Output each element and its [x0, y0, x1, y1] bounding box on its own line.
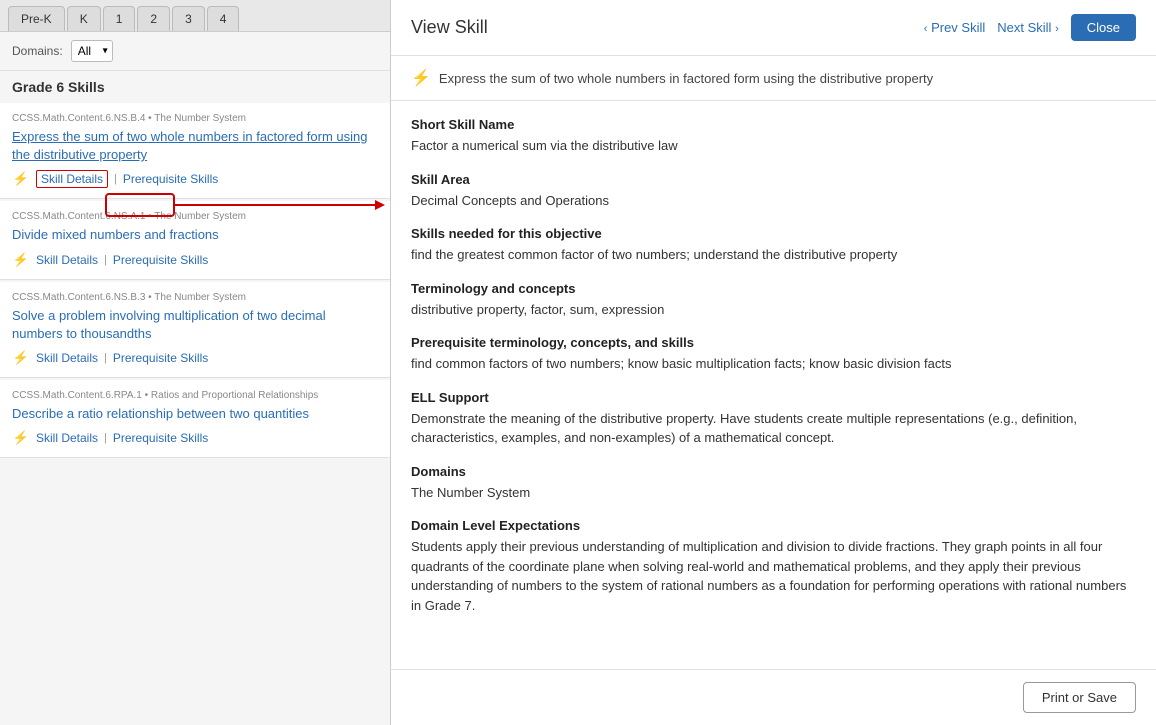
- field-value-7: Students apply their previous understand…: [411, 537, 1136, 615]
- field-value-0: Factor a numerical sum via the distribut…: [411, 136, 1136, 156]
- field-value-1: Decimal Concepts and Operations: [411, 191, 1136, 211]
- left-panel: Pre-K K 1 2 3 4 Domains: All Grade 6 Ski…: [0, 0, 390, 725]
- skill-title-1: Express the sum of two whole numbers in …: [12, 128, 378, 164]
- skill-card-4: CCSS.Math.Content.6.RPA.1 • Ratios and P…: [0, 380, 390, 458]
- prerequisite-skills-link-1[interactable]: Prerequisite Skills: [123, 172, 218, 186]
- right-panel: View Skill ‹ Prev Skill Next Skill › Clo…: [390, 0, 1156, 725]
- prev-skill-link[interactable]: ‹ Prev Skill: [924, 20, 985, 35]
- skill-card-2: CCSS.Math.Content.6.NS.A.1 • The Number …: [0, 201, 390, 279]
- skill-details-link-3[interactable]: Skill Details: [36, 351, 98, 365]
- skill-card-3: CCSS.Math.Content.6.NS.B.3 • The Number …: [0, 282, 390, 378]
- lightning-icon-1: ⚡: [12, 170, 30, 188]
- headline-lightning-icon: ⚡: [411, 68, 431, 88]
- modal-nav: ‹ Prev Skill Next Skill › Close: [924, 14, 1136, 41]
- lightning-icon-3: ⚡: [12, 349, 30, 367]
- skill-standard-2: CCSS.Math.Content.6.NS.A.1 • The Number …: [12, 211, 378, 222]
- field-short-skill-name: Short Skill Name Factor a numerical sum …: [411, 117, 1136, 156]
- field-prereq-terminology: Prerequisite terminology, concepts, and …: [411, 335, 1136, 374]
- skill-standard-3: CCSS.Math.Content.6.NS.B.3 • The Number …: [12, 292, 378, 303]
- skill-actions-2: ⚡ Skill Details | Prerequisite Skills: [12, 251, 378, 269]
- next-skill-link[interactable]: Next Skill ›: [997, 20, 1058, 35]
- skill-details-link-1[interactable]: Skill Details: [36, 170, 108, 188]
- domains-select-wrapper[interactable]: All: [71, 40, 113, 62]
- prerequisite-skills-link-2[interactable]: Prerequisite Skills: [113, 253, 208, 267]
- domains-row: Domains: All: [0, 32, 390, 71]
- field-label-1: Skill Area: [411, 172, 1136, 187]
- skill-details-link-4[interactable]: Skill Details: [36, 431, 98, 445]
- field-value-2: find the greatest common factor of two n…: [411, 245, 1136, 265]
- tab-1[interactable]: 1: [103, 6, 136, 31]
- field-value-6: The Number System: [411, 483, 1136, 503]
- field-label-3: Terminology and concepts: [411, 281, 1136, 296]
- skill-headline-text: Express the sum of two whole numbers in …: [439, 71, 933, 86]
- grade-tabs: Pre-K K 1 2 3 4: [0, 0, 390, 32]
- field-value-5: Demonstrate the meaning of the distribut…: [411, 409, 1136, 448]
- prerequisite-skills-link-4[interactable]: Prerequisite Skills: [113, 431, 208, 445]
- field-value-3: distributive property, factor, sum, expr…: [411, 300, 1136, 320]
- skill-actions-1: ⚡ Skill Details | Prerequisite Skills: [12, 170, 378, 188]
- field-skills-needed: Skills needed for this objective find th…: [411, 226, 1136, 265]
- lightning-icon-2: ⚡: [12, 251, 30, 269]
- skill-card-1: CCSS.Math.Content.6.NS.B.4 • The Number …: [0, 103, 390, 199]
- section-title: Grade 6 Skills: [0, 71, 390, 103]
- field-ell-support: ELL Support Demonstrate the meaning of t…: [411, 390, 1136, 448]
- field-domain-expectations: Domain Level Expectations Students apply…: [411, 518, 1136, 615]
- field-label-0: Short Skill Name: [411, 117, 1136, 132]
- chevron-right-icon: ›: [1055, 23, 1059, 35]
- tab-prek[interactable]: Pre-K: [8, 6, 65, 31]
- skill-actions-4: ⚡ Skill Details | Prerequisite Skills: [12, 429, 378, 447]
- tab-2[interactable]: 2: [137, 6, 170, 31]
- print-save-button[interactable]: Print or Save: [1023, 682, 1136, 713]
- lightning-icon-4: ⚡: [12, 429, 30, 447]
- domains-select[interactable]: All: [71, 40, 113, 62]
- prerequisite-skills-link-3[interactable]: Prerequisite Skills: [113, 351, 208, 365]
- field-label-6: Domains: [411, 464, 1136, 479]
- field-label-5: ELL Support: [411, 390, 1136, 405]
- field-value-4: find common factors of two numbers; know…: [411, 354, 1136, 374]
- skill-details-link-2[interactable]: Skill Details: [36, 253, 98, 267]
- domains-label: Domains:: [12, 44, 63, 58]
- close-button[interactable]: Close: [1071, 14, 1136, 41]
- field-skill-area: Skill Area Decimal Concepts and Operatio…: [411, 172, 1136, 211]
- field-label-2: Skills needed for this objective: [411, 226, 1136, 241]
- field-terminology: Terminology and concepts distributive pr…: [411, 281, 1136, 320]
- skill-headline: ⚡ Express the sum of two whole numbers i…: [391, 56, 1156, 101]
- skill-title-3: Solve a problem involving multiplication…: [12, 307, 378, 343]
- modal-footer: Print or Save: [391, 669, 1156, 725]
- tab-k[interactable]: K: [67, 6, 101, 31]
- chevron-left-icon: ‹: [924, 23, 928, 35]
- skill-actions-3: ⚡ Skill Details | Prerequisite Skills: [12, 349, 378, 367]
- field-label-7: Domain Level Expectations: [411, 518, 1136, 533]
- field-domains: Domains The Number System: [411, 464, 1136, 503]
- modal-title: View Skill: [411, 17, 488, 38]
- modal-header: View Skill ‹ Prev Skill Next Skill › Clo…: [391, 0, 1156, 56]
- prev-skill-label: Prev Skill: [931, 20, 985, 35]
- tab-3[interactable]: 3: [172, 6, 205, 31]
- skill-standard-4: CCSS.Math.Content.6.RPA.1 • Ratios and P…: [12, 390, 378, 401]
- tab-4[interactable]: 4: [207, 6, 240, 31]
- skill-standard-1: CCSS.Math.Content.6.NS.B.4 • The Number …: [12, 113, 378, 124]
- skill-body: Short Skill Name Factor a numerical sum …: [391, 101, 1156, 669]
- next-skill-label: Next Skill: [997, 20, 1051, 35]
- skill-title-2: Divide mixed numbers and fractions: [12, 226, 378, 244]
- field-label-4: Prerequisite terminology, concepts, and …: [411, 335, 1136, 350]
- skill-title-4: Describe a ratio relationship between tw…: [12, 405, 378, 423]
